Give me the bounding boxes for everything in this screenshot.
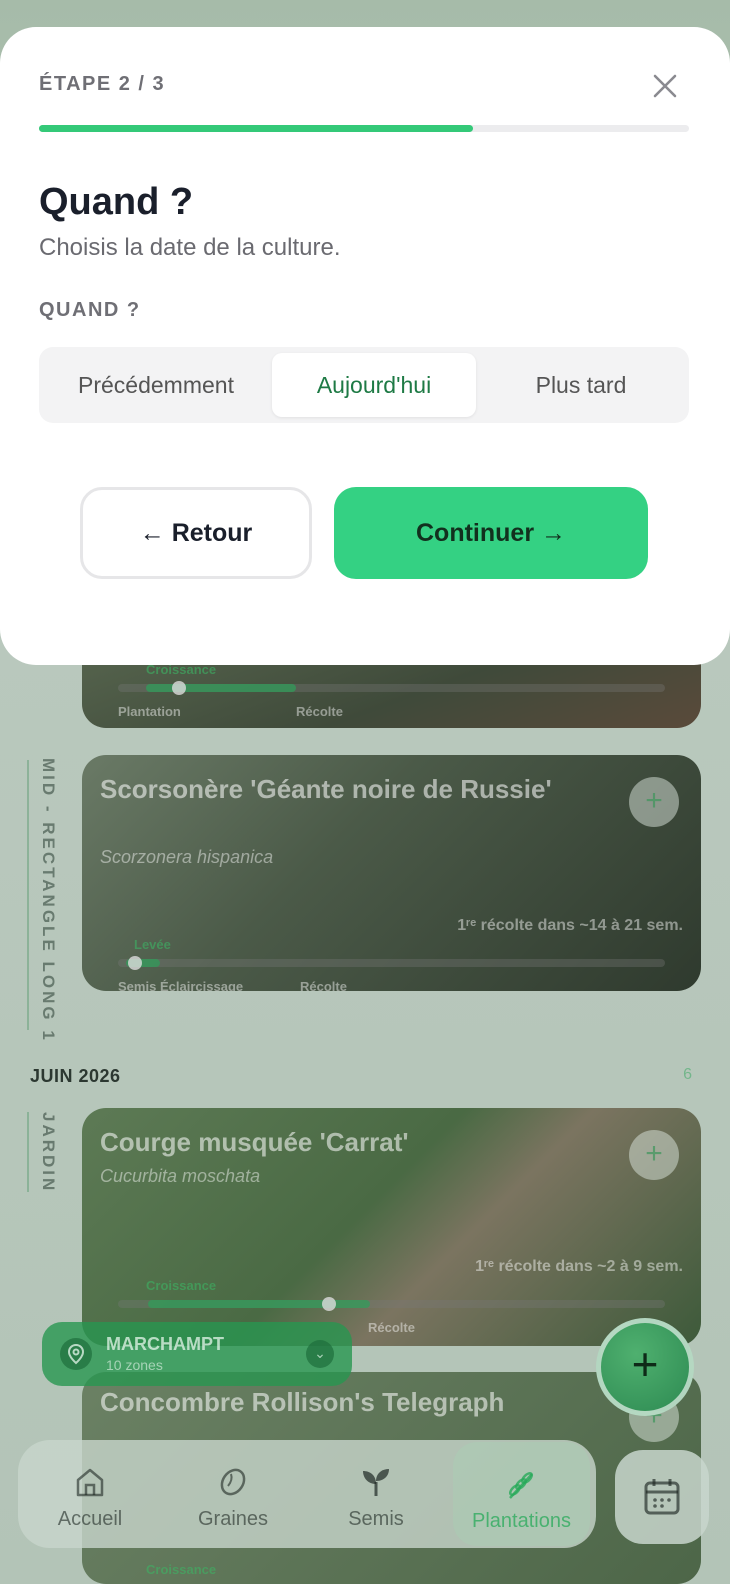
tab-graines[interactable]: Graines [161, 1440, 305, 1548]
growth-track [118, 681, 665, 695]
location-pin-icon [60, 1338, 92, 1370]
bottom-tab-bar: Accueil Graines Semis Plantations [18, 1440, 596, 1548]
when-field-label: QUAND ? [39, 299, 141, 321]
tab-label: Graines [197, 1508, 269, 1530]
chevron-down-icon[interactable]: ⌄ [306, 1340, 334, 1368]
plant-latin-name: Cucurbita moschata [100, 1166, 261, 1186]
plant-latin-name: Scorzonera hispanica [100, 847, 274, 867]
when-segmented-control: Précédemment Aujourd'hui Plus tard [39, 347, 689, 423]
modal-heading: Quand ? [39, 181, 194, 223]
growth-stage-label: Croissance [146, 1278, 217, 1293]
plant-card[interactable]: Scorsonère 'Géante noire de Russie' Scor… [82, 755, 701, 991]
plant-title: Courge musquée 'Carrat' [100, 1127, 409, 1157]
zone-divider [27, 760, 29, 1030]
close-icon [653, 74, 677, 98]
zone-label: JARDIN [39, 1112, 58, 1194]
timeline-label: Plantation [118, 704, 181, 719]
plant-card[interactable]: Courge musquée 'Carrat' Cucurbita moscha… [82, 1108, 701, 1346]
step-indicator: ÉTAPE 2 / 3 [39, 73, 166, 95]
back-button[interactable]: ← Retour [80, 487, 312, 579]
location-selector[interactable]: MARCHAMPT 10 zones ⌄ [42, 1322, 352, 1386]
tab-accueil[interactable]: Accueil [18, 1440, 162, 1548]
modal-subheading: Choisis la date de la culture. [39, 234, 341, 261]
growth-stage-label: Croissance [146, 1562, 217, 1577]
plant-title: Concombre Rollison's Telegraph [100, 1387, 505, 1417]
plant-title: Scorsonère 'Géante noire de Russie' [100, 774, 552, 804]
growth-track [118, 1297, 665, 1311]
timeline-label: Récolte [300, 979, 347, 991]
zone-label: MID - RECTANGLE LONG 1 [39, 758, 58, 1043]
growth-stage-label: Levée [134, 937, 171, 952]
timeline-label: Éclaircissage [160, 979, 244, 991]
tab-label: Accueil [57, 1508, 123, 1530]
close-button[interactable] [644, 65, 686, 107]
zone-divider [27, 1112, 29, 1192]
calendar-button[interactable] [615, 1450, 709, 1544]
location-zone-count: 10 zones [106, 1357, 163, 1373]
seed-icon [220, 1468, 246, 1496]
sprout-icon [363, 1469, 389, 1496]
step-progress-fill [39, 125, 473, 132]
add-plantation-button[interactable]: + [596, 1318, 694, 1416]
calendar-icon [644, 1479, 680, 1515]
harvest-eta: 1ʳᵉ récolte dans ~14 à 21 sem. [457, 917, 683, 934]
add-icon[interactable]: + [629, 1130, 679, 1180]
date-step-modal: ÉTAPE 2 / 3 Quand ? Choisis la date de l… [0, 27, 730, 665]
timeline-label: Récolte [368, 1320, 415, 1335]
location-name: MARCHAMPT [106, 1334, 224, 1354]
option-today[interactable]: Aujourd'hui [272, 353, 476, 417]
month-header: JUIN 2026 [30, 1066, 121, 1086]
growth-track [118, 956, 665, 970]
timeline-label: Semis [118, 979, 157, 991]
harvest-eta: 1ʳᵉ récolte dans ~2 à 9 sem. [475, 1258, 683, 1275]
tab-semis[interactable]: Semis [304, 1440, 448, 1548]
option-later[interactable]: Plus tard [479, 353, 683, 417]
home-icon [76, 1468, 104, 1497]
wheat-icon [508, 1472, 533, 1499]
continue-button[interactable]: Continuer → [334, 487, 648, 579]
add-icon[interactable]: + [629, 777, 679, 827]
timeline-label: Récolte [296, 704, 343, 719]
month-count: 6 [683, 1066, 692, 1083]
tab-label: Plantations [472, 1510, 571, 1532]
option-previously[interactable]: Précédemment [45, 353, 267, 417]
tab-plantations[interactable]: Plantations [453, 1442, 590, 1546]
tab-label: Semis [348, 1508, 404, 1530]
step-progress-bar [39, 125, 689, 132]
